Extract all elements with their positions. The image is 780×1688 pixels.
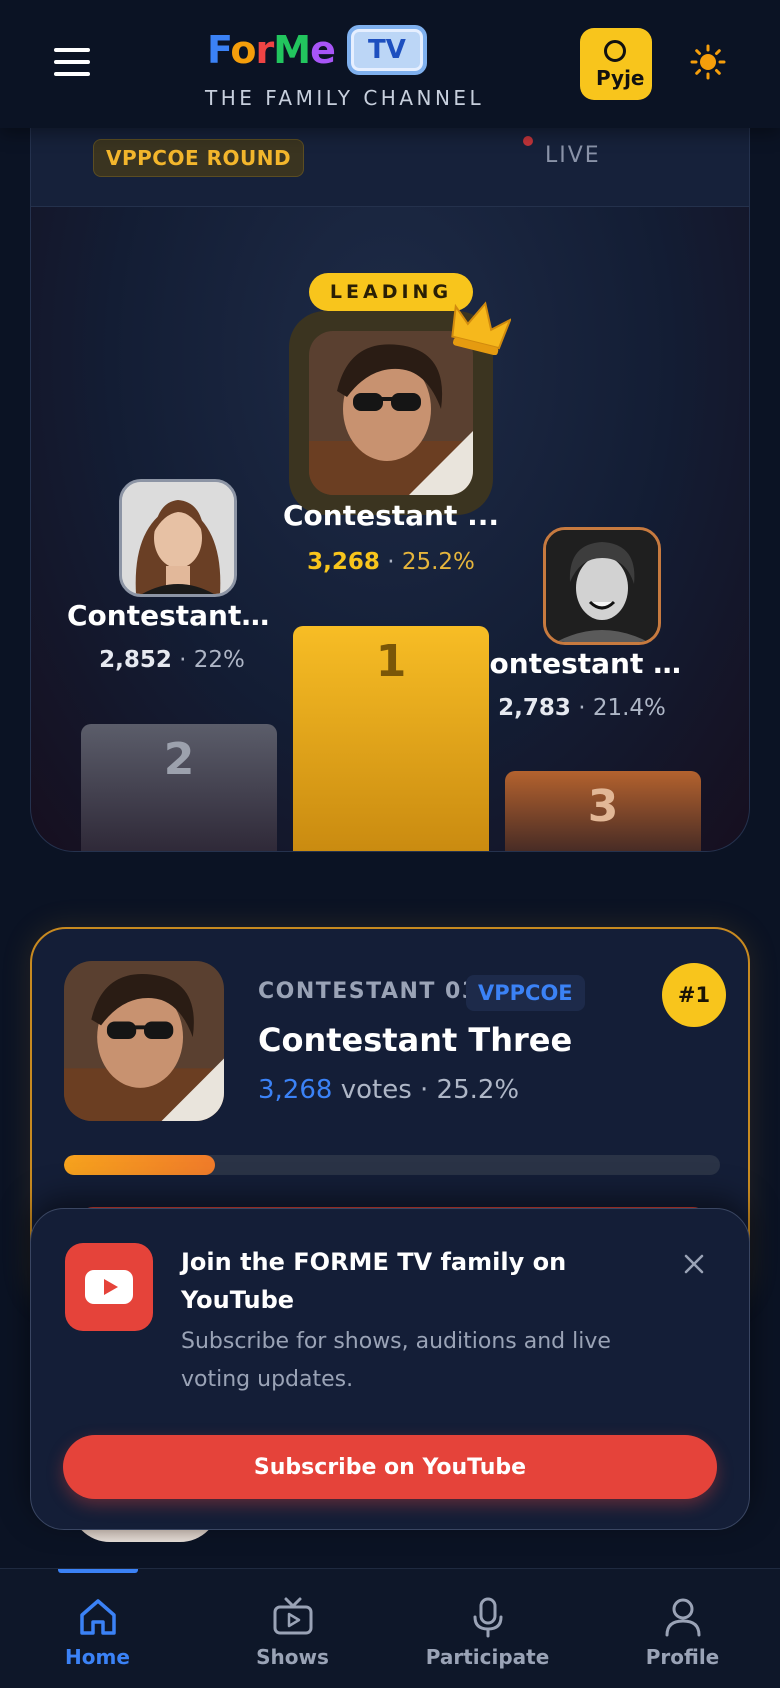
nav-label: Shows [256,1645,329,1669]
podium-second: 2 [81,724,277,851]
rank-badge: #1 [662,963,726,1027]
contestant-photo [122,482,234,594]
smile-icon [604,40,626,62]
popup-title: Join the FORME TV family on YouTube [181,1248,567,1314]
nav-label: Profile [645,1645,720,1669]
vote-progress-fill [64,1155,215,1175]
second-place-avatar[interactable] [119,479,237,597]
third-place-votes: 2,783 [498,695,571,721]
nav-shows[interactable]: Shows [195,1569,390,1688]
round-tag: VPPCOE [466,975,585,1011]
third-place-avatar[interactable] [543,527,661,645]
podium-third: 3 [505,771,701,851]
contestant-id: CONTESTANT 03 [258,979,479,1004]
crown-icon [451,301,511,355]
vote-progress-bar [64,1155,720,1175]
nav-participate[interactable]: Participate [390,1569,585,1688]
bottom-navigation: Home Shows Participate Profile [0,1568,780,1688]
app-header: ForMe TV THE FAMILY CHANNEL Pyje [0,0,780,128]
nav-profile[interactable]: Profile [585,1569,780,1688]
podium-rank: 2 [163,734,195,785]
microphone-icon [473,1597,502,1638]
second-place-votes: 2,852 [99,647,172,673]
first-place-percent: 25.2% [401,549,475,575]
home-icon [79,1599,116,1635]
vote-count: 3,268 [258,1075,333,1105]
forme-tv-logo[interactable]: ForMe TV [207,22,427,78]
logo-tv-box: TV [346,25,427,75]
podium-first: 1 [293,626,489,851]
nav-label: Participate [425,1645,550,1669]
votes-word: votes [340,1075,412,1105]
live-indicator-dot [523,136,533,146]
third-place-stats: 2,783 · 21.4% [498,695,666,721]
live-label: LIVE [545,143,601,168]
youtube-subscribe-popup: Join the FORME TV family on YouTube Subs… [30,1208,750,1530]
podium-rank: 1 [375,636,407,687]
subscribe-youtube-button[interactable]: Subscribe on YouTube [63,1435,717,1499]
third-place-name: Contestant O... [469,647,695,680]
sun-icon[interactable] [690,44,726,80]
live-standings-card: VPPCOE ROUND LIVE LEADING Contestant ...… [30,90,750,852]
logo-wordmark: ForMe [207,28,336,72]
nav-home[interactable]: Home [0,1569,195,1688]
contestant-photo [546,530,658,642]
contestant-votes: 3,268 votes · 25.2% [258,1075,520,1105]
tv-icon [273,1597,312,1635]
menu-icon[interactable] [54,48,90,78]
contestant-card-photo [64,961,224,1121]
contestant-photo [64,961,224,1121]
app-badge-button[interactable]: Pyje [580,28,652,100]
vote-percent: 25.2% [436,1075,520,1105]
popup-description: Subscribe for shows, auditions and live … [181,1329,611,1392]
first-place-name: Contestant ... [282,499,499,532]
third-place-percent: 21.4% [592,695,666,721]
second-place-percent: 22% [193,647,245,673]
podium-rank: 3 [587,781,619,832]
round-badge: VPPCOE ROUND [93,139,305,177]
first-place-votes: 3,268 [307,549,380,575]
first-place-stats: 3,268 · 25.2% [307,549,475,575]
user-icon [665,1598,700,1637]
nav-label: Home [65,1645,130,1669]
contestant-name: Contestant Three [258,1021,573,1059]
contestant-photo [309,331,473,495]
second-place-stats: 2,852 · 22% [99,647,245,673]
second-place-name: Contestant Six [67,599,277,632]
tagline: THE FAMILY CHANNEL [205,86,485,110]
app-badge-label: Pyje [596,66,645,90]
youtube-icon [65,1243,153,1331]
close-icon[interactable] [679,1249,709,1279]
